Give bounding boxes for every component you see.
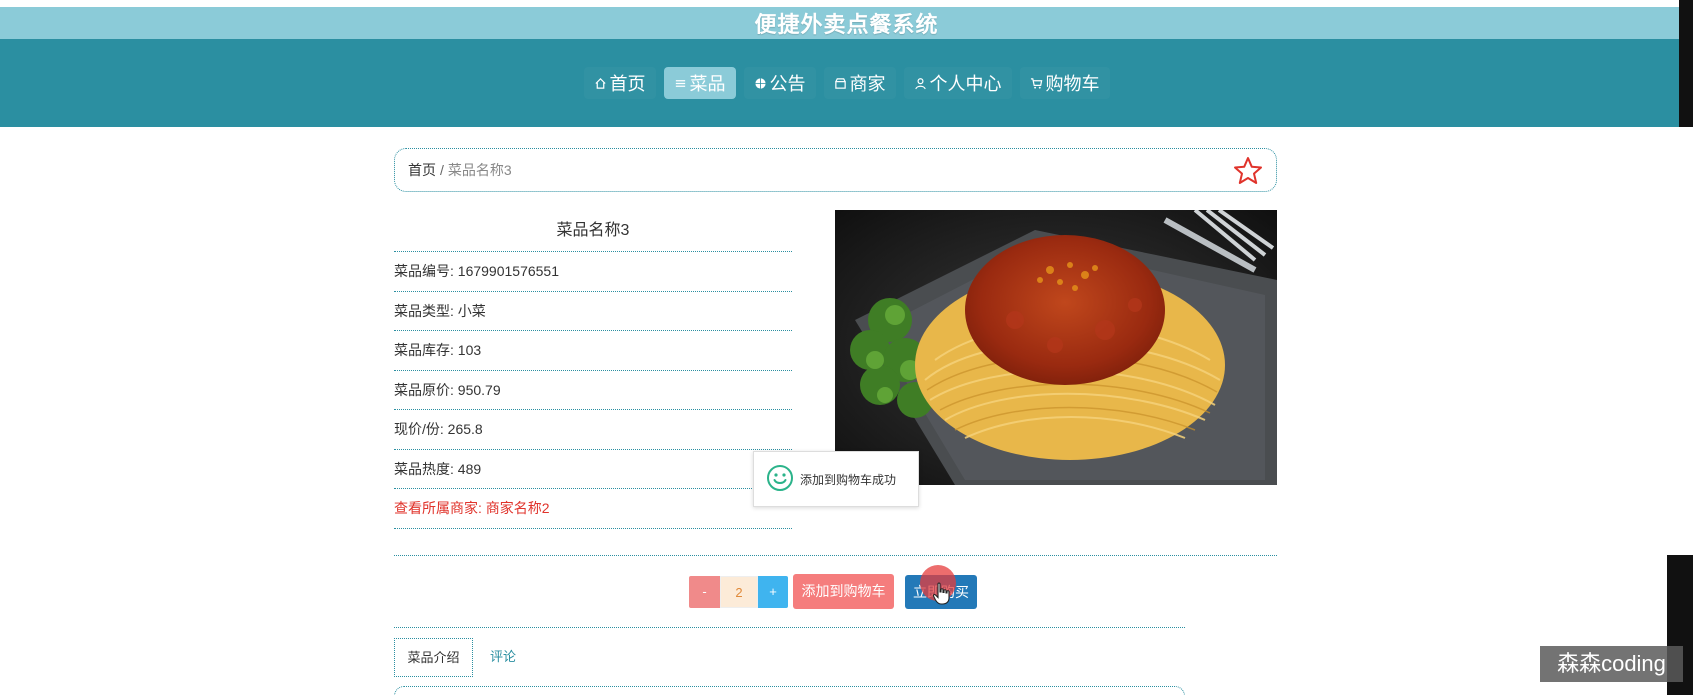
window-edge: [1679, 0, 1693, 127]
row-label: 菜品类型:: [394, 302, 458, 319]
quantity-minus-button[interactable]: -: [689, 576, 720, 608]
row-label: 菜品库存:: [394, 342, 458, 358]
nav-item-profile[interactable]: 个人中心: [904, 67, 1012, 99]
spaghetti-photo-icon: [835, 210, 1277, 485]
favorite-star-icon[interactable]: [1232, 155, 1264, 187]
dish-info: 菜品名称3 菜品编号: 1679901576551 菜品类型: 小菜 菜品库存:…: [394, 210, 792, 529]
quantity-plus-button[interactable]: +: [758, 576, 788, 608]
hand-cursor-icon: [932, 582, 952, 606]
quantity-input[interactable]: [720, 576, 758, 608]
nav-label: 菜品: [689, 74, 726, 94]
page: 便捷外卖点餐系统 首页 菜品 公告 商家 个人中心 购物车 首页 / 菜品名称3…: [0, 0, 1693, 695]
top-bar: [0, 0, 1693, 7]
add-to-cart-button[interactable]: 添加到购物车: [793, 574, 894, 609]
info-row-id: 菜品编号: 1679901576551: [394, 252, 792, 292]
row-value: 小菜: [457, 302, 486, 319]
toast-message: 添加到购物车成功: [800, 472, 897, 487]
nav-item-notice[interactable]: 公告: [744, 67, 816, 99]
tab-comment[interactable]: 评论: [478, 638, 528, 677]
merchant-link[interactable]: 查看所属商家: 商家名称2: [394, 489, 792, 529]
nav-item-merchant[interactable]: 商家: [824, 67, 896, 99]
globe-icon: [754, 76, 768, 90]
row-label: 菜品原价:: [394, 381, 458, 398]
nav-label: 公告: [769, 74, 806, 94]
row-label: 菜品热度:: [394, 460, 458, 477]
row-value: 103: [457, 342, 482, 358]
divider: [394, 555, 1277, 556]
dish-title: 菜品名称3: [394, 210, 792, 252]
tab-intro[interactable]: 菜品介绍: [394, 638, 473, 677]
shop-icon: [834, 76, 848, 90]
tab-content-panel: [394, 686, 1185, 695]
row-label: 现价/份:: [394, 421, 448, 437]
home-icon: [594, 76, 608, 90]
info-row-popularity: 菜品热度: 489: [394, 450, 792, 489]
smile-icon: [766, 464, 794, 495]
nav-label: 首页: [609, 74, 646, 94]
dish-image: [835, 210, 1277, 485]
row-value: 950.79: [457, 381, 501, 398]
row-value: 265.8: [447, 421, 483, 437]
site-title: 便捷外卖点餐系统: [754, 12, 939, 37]
row-label: 菜品编号:: [394, 263, 458, 279]
nav-label: 商家: [849, 74, 886, 94]
nav-item-cart[interactable]: 购物车: [1020, 67, 1110, 99]
breadcrumb-current: 菜品名称3: [447, 162, 512, 178]
row-value: 489: [457, 460, 482, 477]
info-row-stock: 菜品库存: 103: [394, 331, 792, 371]
success-toast: 添加到购物车成功: [753, 451, 919, 507]
row-value: 1679901576551: [457, 263, 560, 279]
divider: [394, 627, 1185, 628]
watermark: 森森coding: [1540, 646, 1683, 682]
breadcrumb: 首页 / 菜品名称3: [394, 148, 1277, 192]
nav-label: 购物车: [1045, 74, 1100, 94]
user-icon: [914, 76, 928, 90]
info-row-original-price: 菜品原价: 950.79: [394, 371, 792, 410]
list-icon: [674, 76, 688, 90]
breadcrumb-separator: /: [440, 162, 444, 178]
nav-item-home[interactable]: 首页: [584, 67, 656, 99]
breadcrumb-home-link[interactable]: 首页: [408, 160, 436, 180]
nav-item-dishes[interactable]: 菜品: [663, 67, 736, 99]
nav-label: 个人中心: [929, 74, 1002, 94]
cart-icon: [1030, 76, 1044, 90]
title-band: 便捷外卖点餐系统: [0, 7, 1693, 39]
info-row-current-price: 现价/份: 265.8: [394, 410, 792, 450]
main-nav: 首页 菜品 公告 商家 个人中心 购物车: [0, 39, 1693, 127]
info-row-type: 菜品类型: 小菜: [394, 292, 792, 331]
